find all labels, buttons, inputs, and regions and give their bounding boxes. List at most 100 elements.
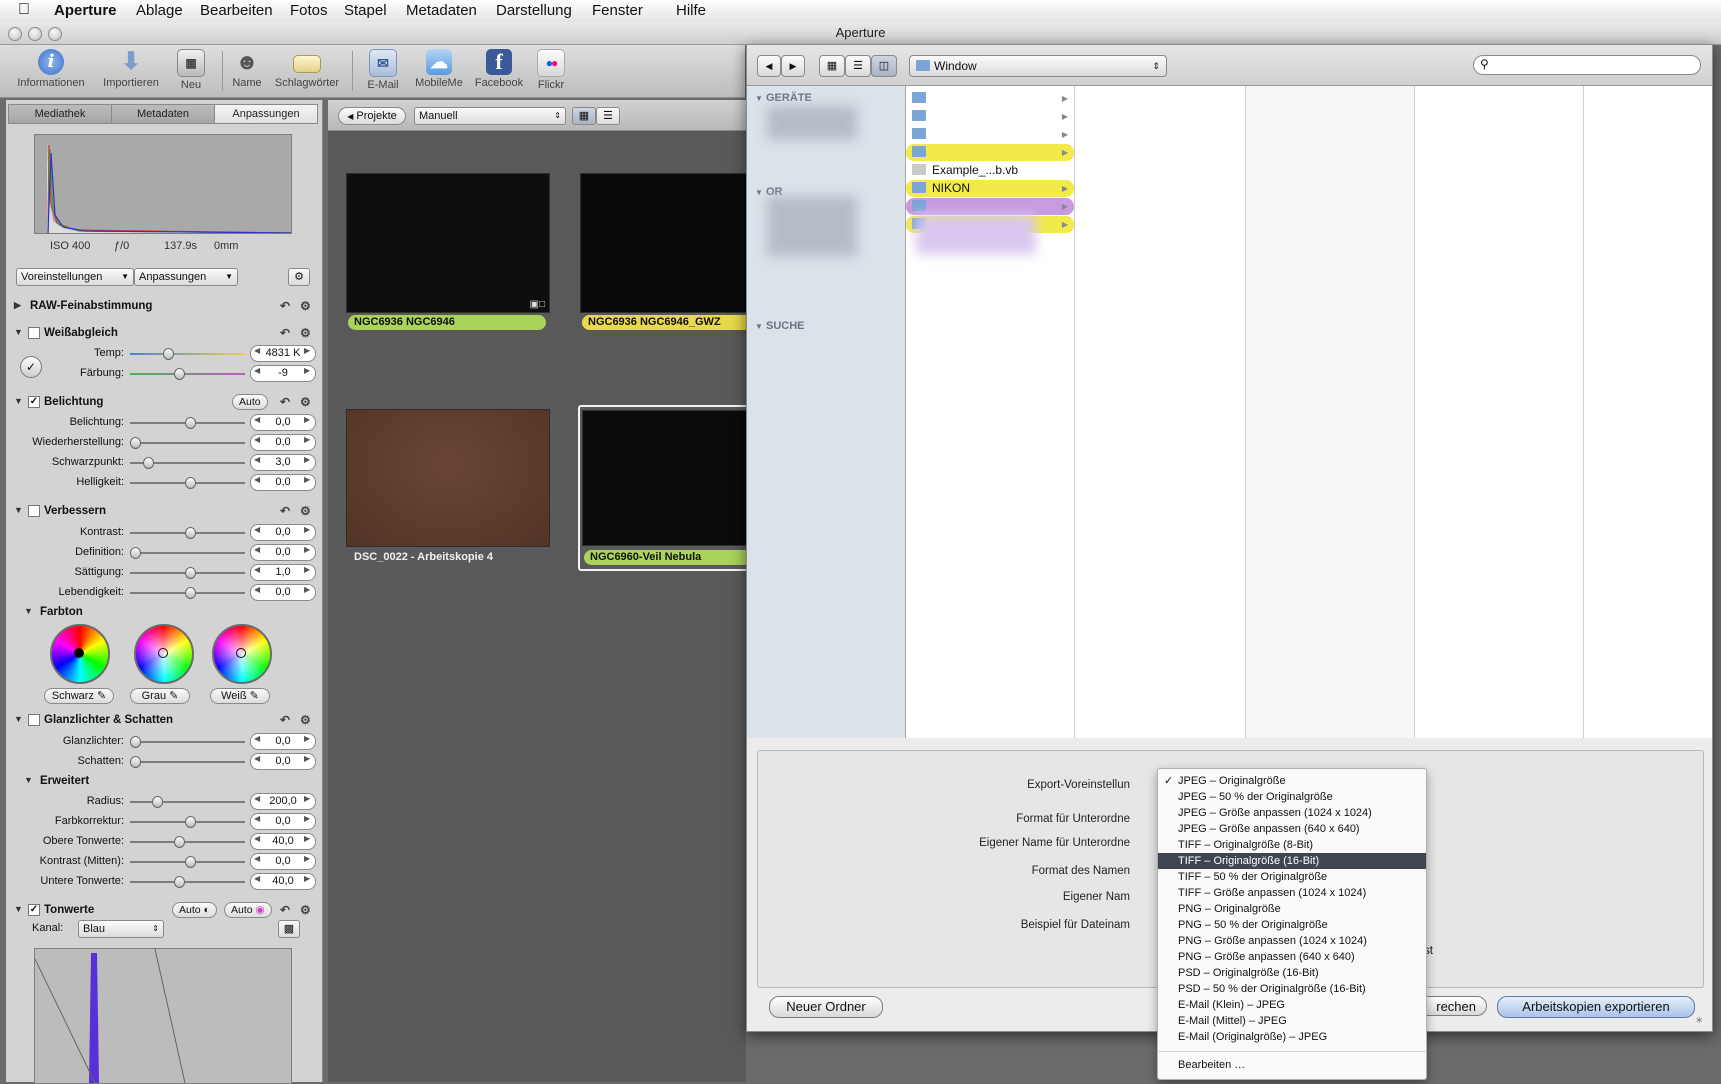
raw-fine-tuning-header[interactable]: ▶ RAW-Feinabstimmung ↶ ⚙ xyxy=(10,298,318,316)
export-preset-option[interactable]: PNG – 50 % der Originalgröße xyxy=(1158,917,1426,933)
levels-auto-luminance-button[interactable]: Auto ◐ xyxy=(172,902,217,918)
tab-mediathek[interactable]: Mediathek xyxy=(8,104,112,124)
menu-hilfe[interactable]: Hilfe xyxy=(676,2,706,19)
gray-eyedropper-button[interactable]: Grau ✎ xyxy=(130,688,190,704)
highlights-shadows-header[interactable]: ▼ Glanzlichter & Schatten ↶ ⚙ xyxy=(10,712,318,730)
decrement-arrow-icon[interactable]: ◀ xyxy=(254,455,260,464)
increment-arrow-icon[interactable]: ▶ xyxy=(304,585,310,594)
reset-icon[interactable]: ↶ xyxy=(280,395,290,409)
gray-color-wheel[interactable] xyxy=(134,624,194,684)
channel-popup[interactable]: Blau ⇕ xyxy=(78,920,164,938)
exposure-header[interactable]: ▼ ✓ Belichtung Auto ↶ ⚙ xyxy=(10,394,318,412)
gear-icon[interactable]: ⚙ xyxy=(300,299,311,313)
export-preset-option[interactable]: ✓ JPEG – Originalgröße xyxy=(1158,773,1426,789)
export-preset-option[interactable]: PNG – Größe anpassen (640 x 640) xyxy=(1158,949,1426,965)
adjustments-popup[interactable]: Anpassungen ▼ xyxy=(134,268,238,286)
export-preset-option[interactable]: E-Mail (Mittel) – JPEG xyxy=(1158,1013,1426,1029)
menu-darstellung[interactable]: Darstellung xyxy=(496,2,572,19)
icon-view-button[interactable]: ▦ xyxy=(819,55,845,77)
menu-fenster[interactable]: Fenster xyxy=(592,2,643,19)
thumbnail-label[interactable]: NGC6960-Veil Nebula xyxy=(584,550,752,565)
decrement-arrow-icon[interactable]: ◀ xyxy=(254,435,260,444)
increment-arrow-icon[interactable]: ▶ xyxy=(304,545,310,554)
menu-fotos[interactable]: Fotos xyxy=(290,2,328,19)
levels-header[interactable]: ▼ ✓ Tonwerte Auto ◐ Auto ◉ ↶ ⚙ xyxy=(10,902,318,920)
slider-knob[interactable] xyxy=(130,547,141,559)
export-preset-option[interactable]: TIFF – Originalgröße (8-Bit) xyxy=(1158,837,1426,853)
exposure-auto-button[interactable]: Auto xyxy=(232,394,268,410)
thumbnail-label[interactable]: NGC6936 NGC6946 xyxy=(348,315,546,330)
export-button[interactable]: Arbeitskopien exportieren xyxy=(1497,996,1695,1018)
wheel-center-handle[interactable] xyxy=(236,648,246,658)
slider-track[interactable] xyxy=(130,552,245,554)
export-preset-option[interactable]: TIFF – Größe anpassen (1024 x 1024) xyxy=(1158,885,1426,901)
folder-row[interactable]: ▶ xyxy=(906,108,1074,125)
menu-aperture[interactable]: Aperture xyxy=(54,2,117,19)
gear-icon[interactable]: ⚙ xyxy=(300,504,311,518)
white-balance-header[interactable]: ▼ Weißabgleich ↶ ⚙ xyxy=(10,325,318,343)
decrement-arrow-icon[interactable]: ◀ xyxy=(254,366,260,375)
new-folder-button[interactable]: Neuer Ordner xyxy=(769,996,883,1018)
gear-icon[interactable]: ⚙ xyxy=(300,326,311,340)
increment-arrow-icon[interactable]: ▶ xyxy=(304,455,310,464)
black-color-wheel[interactable] xyxy=(50,624,110,684)
slider-knob[interactable] xyxy=(185,417,196,429)
reset-icon[interactable]: ↶ xyxy=(280,504,290,518)
levels-checkbox[interactable]: ✓ xyxy=(28,904,40,916)
presets-popup[interactable]: Voreinstellungen ▼ xyxy=(16,268,134,286)
decrement-arrow-icon[interactable]: ◀ xyxy=(254,834,260,843)
location-popup[interactable]: Window ⇕ xyxy=(909,55,1167,77)
disclosure-triangle-icon[interactable]: ▼ xyxy=(24,606,33,616)
export-preset-option[interactable]: JPEG – Größe anpassen (640 x 640) xyxy=(1158,821,1426,837)
search-header[interactable]: ▼ SUCHE xyxy=(755,320,805,332)
disclosure-triangle-icon[interactable]: ▶ xyxy=(14,300,21,311)
increment-arrow-icon[interactable]: ▶ xyxy=(304,346,310,355)
keywords-button[interactable]: Schlagwörter xyxy=(272,47,342,89)
disclosure-triangle-icon[interactable]: ▼ xyxy=(14,714,23,724)
slider-track[interactable] xyxy=(130,741,245,743)
slider-knob[interactable] xyxy=(130,437,141,449)
apple-icon[interactable]:  xyxy=(18,1,30,19)
increment-arrow-icon[interactable]: ▶ xyxy=(304,525,310,534)
exposure-checkbox[interactable]: ✓ xyxy=(28,396,40,408)
disclosure-triangle-icon[interactable]: ▼ xyxy=(24,775,33,785)
search-input[interactable] xyxy=(1496,57,1696,73)
decrement-arrow-icon[interactable]: ◀ xyxy=(254,346,260,355)
levels-options-button[interactable]: ▩ xyxy=(278,920,300,938)
export-preset-option[interactable]: TIFF – 50 % der Originalgröße xyxy=(1158,869,1426,885)
slider-knob[interactable] xyxy=(185,567,196,579)
increment-arrow-icon[interactable]: ▶ xyxy=(304,475,310,484)
slider-track[interactable] xyxy=(130,841,245,843)
places-list-blurred[interactable] xyxy=(767,196,857,256)
tint-track[interactable] xyxy=(130,373,245,375)
increment-arrow-icon[interactable]: ▶ xyxy=(304,754,310,763)
export-preset-option[interactable]: PSD – 50 % der Originalgröße (16-Bit) xyxy=(1158,981,1426,997)
increment-arrow-icon[interactable]: ▶ xyxy=(304,415,310,424)
list-view-button[interactable]: ☰ xyxy=(845,55,871,77)
export-preset-option[interactable]: TIFF – Originalgröße (16-Bit) xyxy=(1158,853,1426,869)
devices-list-blurred[interactable] xyxy=(767,106,857,140)
menu-metadaten[interactable]: Metadaten xyxy=(406,2,477,19)
white-color-wheel[interactable] xyxy=(212,624,272,684)
slider-track[interactable] xyxy=(130,801,245,803)
reset-icon[interactable]: ↶ xyxy=(280,299,290,313)
thumbnail-image[interactable] xyxy=(582,410,752,546)
thumbnail-image[interactable] xyxy=(346,409,550,547)
increment-arrow-icon[interactable]: ▶ xyxy=(304,435,310,444)
grid-view-button[interactable]: ▦ xyxy=(572,107,596,125)
slider-knob[interactable] xyxy=(152,796,163,808)
thumbnail-image[interactable]: ▣□ xyxy=(346,173,550,313)
menu-bearbeiten[interactable]: Bearbeiten xyxy=(200,2,273,19)
projects-button[interactable]: ◀ Projekte xyxy=(338,107,406,125)
white-eyedropper-button[interactable]: Weiß ✎ xyxy=(210,688,270,704)
flickr-button[interactable]: ●● Flickr xyxy=(516,47,586,91)
wheel-center-handle[interactable] xyxy=(74,648,84,658)
export-preset-option[interactable]: JPEG – Größe anpassen (1024 x 1024) xyxy=(1158,805,1426,821)
sort-popup[interactable]: Manuell ⇕ xyxy=(414,107,566,125)
decrement-arrow-icon[interactable]: ◀ xyxy=(254,585,260,594)
export-preset-option[interactable]: E-Mail (Klein) – JPEG xyxy=(1158,997,1426,1013)
export-preset-option[interactable]: E-Mail (Originalgröße) – JPEG xyxy=(1158,1029,1426,1045)
slider-knob[interactable] xyxy=(185,816,196,828)
increment-arrow-icon[interactable]: ▶ xyxy=(304,834,310,843)
slider-knob[interactable] xyxy=(174,876,185,888)
